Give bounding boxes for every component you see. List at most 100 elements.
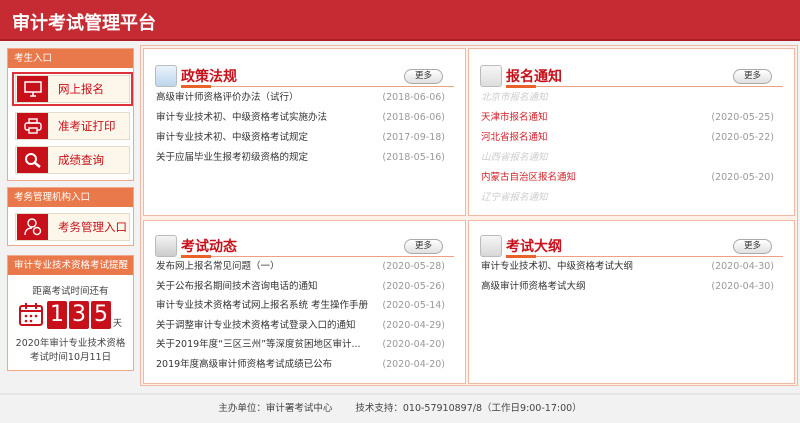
panel-title: 考试动态 — [181, 239, 237, 255]
button-label: 成绩查询 — [58, 153, 104, 167]
item-date: (2018-06-06) — [382, 92, 445, 103]
title-underline — [181, 85, 454, 88]
list-item[interactable]: 关于调整审计专业技术资格考试登录入口的通知 (2020-04-29) — [156, 318, 445, 334]
countdown-digit: 5 — [90, 301, 111, 329]
search-icon — [17, 147, 48, 173]
list-item[interactable]: 河北省报名通知 (2020-05-22) — [481, 130, 774, 146]
list-item[interactable]: 关于公布报名期间技术咨询电话的通知 (2020-05-26) — [156, 279, 445, 295]
admin-entry-box: 考务管理机构入口 考务管理入口 — [7, 187, 134, 246]
more-button[interactable]: 更多 — [733, 239, 772, 254]
monitor-icon — [17, 76, 48, 102]
item-date: (2020-05-14) — [382, 300, 445, 311]
item-title[interactable]: 高级审计师资格考试大纲 — [481, 279, 586, 295]
item-title[interactable]: 发布网上报名常见问题（一） — [156, 259, 280, 275]
item-title[interactable]: 山西省报名通知 — [481, 150, 548, 166]
registration-notice-panel: 报名通知 更多 北京市报名通知 天津市报名通知 (2020-05-25) 河北省… — [468, 48, 795, 216]
panel-title: 考试大纲 — [506, 239, 562, 255]
app-title: 审计考试管理平台 — [12, 13, 156, 34]
exam-news-panel: 考试动态 更多 发布网上报名常见问题（一） (2020-05-28) 关于公布报… — [143, 220, 466, 384]
policy-panel: 政策法规 更多 高级审计师资格评价办法（试行） (2018-06-06) 审计专… — [143, 48, 466, 216]
list-item[interactable]: 关于应届毕业生报考初级资格的规定 (2018-05-16) — [156, 150, 445, 166]
box-title: 考务管理机构入口 — [8, 188, 133, 207]
list-item[interactable]: 审计专业技术初、中级资格考试大纲 (2020-04-30) — [481, 259, 774, 275]
panel-title: 报名通知 — [506, 69, 562, 85]
item-title[interactable]: 河北省报名通知 — [481, 130, 548, 146]
item-title[interactable]: 关于应届毕业生报考初级资格的规定 — [156, 150, 308, 166]
footer-host: 主办单位：审计署考试中心 — [218, 403, 333, 414]
exam-date-note: 2020年审计专业技术资格 — [15, 338, 126, 349]
button-label: 准考证打印 — [58, 119, 116, 133]
exam-syllabus-panel: 考试大纲 更多 审计专业技术初、中级资格考试大纲 (2020-04-30) 高级… — [468, 220, 795, 384]
item-title[interactable]: 关于公布报名期间技术咨询电话的通知 — [156, 279, 318, 295]
title-underline — [181, 255, 454, 258]
item-date: (2020-04-20) — [382, 358, 445, 370]
item-title[interactable]: 辽宁省报名通知 — [481, 190, 548, 206]
item-date: (2020-04-29) — [382, 319, 445, 331]
item-date: (2020-04-30) — [711, 280, 774, 292]
item-date: (2020-05-22) — [711, 132, 774, 143]
countdown-digit: 1 — [46, 301, 67, 329]
list-item[interactable]: 审计专业技术资格考试网上报名系统 考生操作手册 (2020-05-14) — [156, 298, 445, 314]
item-date: (2017-09-18) — [382, 132, 445, 143]
item-date: (2018-05-16) — [382, 152, 445, 163]
item-title[interactable]: 审计专业技术初、中级资格考试大纲 — [481, 259, 633, 275]
list-item[interactable]: 内蒙古自治区报名通知 (2020-05-20) — [481, 170, 774, 186]
item-title[interactable]: 北京市报名通知 — [481, 90, 548, 106]
countdown-unit: 天 — [112, 319, 122, 329]
item-title[interactable]: 内蒙古自治区报名通知 — [481, 170, 576, 186]
item-title[interactable]: 高级审计师资格评价办法（试行） — [156, 90, 299, 106]
user-gear-icon — [17, 214, 48, 240]
list-item[interactable]: 高级审计师资格考试大纲 (2020-04-30) — [481, 279, 774, 295]
footer: 主办单位：审计署考试中心 技术支持：010-57910897/8（工作日9:00… — [0, 393, 800, 421]
footer-support: 技术支持：010-57910897/8（工作日9:00-17:00） — [355, 403, 582, 414]
item-title[interactable]: 天津市报名通知 — [481, 110, 548, 126]
score-query-button[interactable]: 成绩查询 — [15, 146, 130, 174]
newspaper-icon — [155, 235, 177, 257]
item-title[interactable]: 关于2019年度“三区三州”等深度贫困地区审计... — [156, 337, 361, 353]
item-title[interactable]: 审计专业技术资格考试网上报名系统 考生操作手册 — [156, 298, 368, 314]
header: 审计考试管理平台 — [0, 0, 800, 41]
title-underline — [506, 255, 783, 258]
list-item[interactable]: 高级审计师资格评价办法（试行） (2018-06-06) — [156, 90, 445, 106]
online-registration-button[interactable]: 网上报名 — [12, 72, 133, 106]
more-button[interactable]: 更多 — [404, 69, 443, 84]
list-item[interactable]: 天津市报名通知 (2020-05-25) — [481, 110, 774, 126]
table-icon — [480, 235, 502, 257]
item-date: (2020-04-30) — [711, 261, 774, 272]
list-item[interactable]: 2019年度高级审计师资格考试成绩已公布 (2020-04-20) — [156, 357, 445, 373]
list-item[interactable]: 审计专业技术初、中级资格考试规定 (2017-09-18) — [156, 130, 445, 146]
item-title[interactable]: 审计专业技术初、中级资格考试规定 — [156, 130, 308, 146]
calendar-icon — [18, 302, 43, 329]
list-item[interactable]: 发布网上报名常见问题（一） (2020-05-28) — [156, 259, 445, 275]
more-button[interactable]: 更多 — [404, 239, 443, 254]
exam-date-note: 考试时间10月11日 — [29, 352, 112, 363]
item-date: (2018-06-06) — [382, 112, 445, 123]
candidate-entry-box: 考生入口 网上报名 准考证打印 成绩查询 — [7, 48, 134, 181]
list-item[interactable]: 审计专业技术初、中级资格考试实施办法 (2018-06-06) — [156, 110, 445, 126]
item-date: (2020-05-28) — [382, 261, 445, 272]
list-item[interactable]: 山西省报名通知 — [481, 150, 774, 166]
button-label: 考务管理入口 — [58, 220, 127, 234]
printer-icon — [17, 113, 48, 139]
box-title: 考生入口 — [8, 49, 133, 68]
item-title[interactable]: 审计专业技术初、中级资格考试实施办法 — [156, 110, 327, 126]
admission-ticket-print-button[interactable]: 准考证打印 — [15, 112, 130, 140]
item-date: (2020-04-20) — [382, 339, 445, 350]
panel-title: 政策法规 — [181, 69, 237, 85]
item-date: (2020-05-26) — [382, 280, 445, 292]
list-item[interactable]: 关于2019年度“三区三州”等深度贫困地区审计... (2020-04-20) — [156, 337, 445, 353]
countdown: 1 3 5 天 — [8, 301, 133, 329]
list-item[interactable]: 辽宁省报名通知 — [481, 190, 774, 206]
countdown-digit: 3 — [68, 301, 89, 329]
item-title[interactable]: 2019年度高级审计师资格考试成绩已公布 — [156, 357, 332, 373]
pencil-icon — [480, 65, 502, 87]
countdown-caption: 距离考试时间还有 — [32, 286, 109, 297]
item-date: (2020-05-25) — [711, 112, 774, 123]
exam-admin-entry-button[interactable]: 考务管理入口 — [15, 213, 130, 241]
button-label: 网上报名 — [58, 82, 104, 96]
more-button[interactable]: 更多 — [733, 69, 772, 84]
main-content: 政策法规 更多 高级审计师资格评价办法（试行） (2018-06-06) 审计专… — [140, 45, 798, 386]
item-title[interactable]: 关于调整审计专业技术资格考试登录入口的通知 — [156, 318, 356, 334]
list-item[interactable]: 北京市报名通知 — [481, 90, 774, 106]
title-underline — [506, 85, 783, 88]
